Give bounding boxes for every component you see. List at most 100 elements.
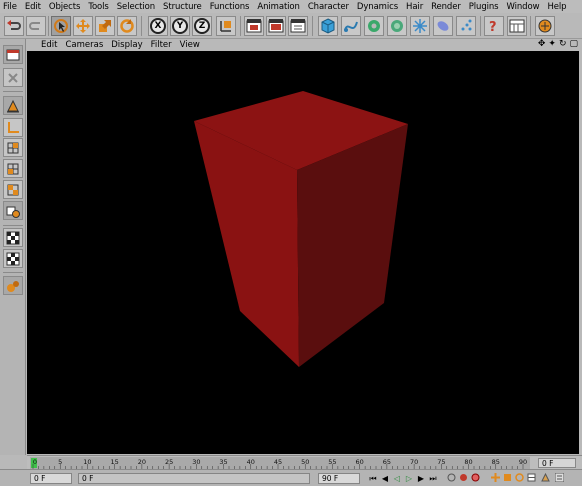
viewport-menu-items: Edit Cameras Display Filter View xyxy=(27,40,208,50)
main-menubar: File Edit Objects Tools Selection Structure Fu… xyxy=(0,0,582,13)
cube-button[interactable] xyxy=(318,16,338,36)
go-to-end-button[interactable]: ⏭ xyxy=(428,473,438,484)
previous-key-button[interactable]: ◀ xyxy=(380,473,390,484)
menu-render[interactable]: Render xyxy=(431,2,461,12)
viewport-maximize-icon[interactable]: ▢ xyxy=(569,39,578,49)
position-key-icon[interactable] xyxy=(490,473,500,484)
autokey-icon[interactable] xyxy=(470,473,480,484)
menu-dynamics[interactable]: Dynamics xyxy=(357,2,398,12)
layout-button[interactable] xyxy=(507,16,527,36)
redo-button[interactable] xyxy=(26,16,46,36)
texture-mode-button[interactable] xyxy=(3,201,23,220)
menu-animation[interactable]: Animation xyxy=(257,2,300,12)
nurbs-button[interactable] xyxy=(364,16,384,36)
current-frame-indicator: 0 F xyxy=(538,458,576,468)
edges-mode-button[interactable] xyxy=(3,138,23,157)
x-axis-button[interactable]: X xyxy=(148,16,168,36)
menu-character[interactable]: Character xyxy=(308,2,349,12)
timeline-tick-label: 10 xyxy=(83,458,91,466)
polygons-mode-button[interactable] xyxy=(3,159,23,178)
end-frame-field[interactable]: 90 F xyxy=(318,473,360,484)
timeline-tick-label: 55 xyxy=(328,458,336,466)
z-axis-button[interactable]: Z xyxy=(192,16,212,36)
menu-objects[interactable]: Objects xyxy=(49,2,81,12)
timeline[interactable]: 0 5 10 15 20 25 30 35 40 45 50 55 60 65 70 75 80 85 90 0 F xyxy=(27,455,582,469)
coordinate-system-button[interactable] xyxy=(216,16,236,36)
frame-range-slider[interactable]: 0 F xyxy=(78,473,310,484)
workplane-icon xyxy=(6,252,20,265)
3d-viewport[interactable] xyxy=(27,51,579,454)
viewport-move-icon[interactable]: ✥ xyxy=(538,39,546,49)
viewport-menu-edit[interactable]: Edit xyxy=(41,40,57,50)
timeline-tick-label: 65 xyxy=(383,458,391,466)
points-mode-button[interactable] xyxy=(3,96,23,115)
timeline-tick-label: 70 xyxy=(410,458,418,466)
rotation-key-icon[interactable] xyxy=(514,473,524,484)
deformer-button[interactable] xyxy=(433,16,453,36)
menu-edit[interactable]: Edit xyxy=(25,2,41,12)
render-settings-button[interactable] xyxy=(288,16,308,36)
workplane-button[interactable] xyxy=(3,249,23,268)
viewport-rotate-icon[interactable]: ↻ xyxy=(559,39,567,49)
viewport-zoom-icon[interactable]: ✦ xyxy=(548,39,556,49)
viewport-menu-display[interactable]: Display xyxy=(111,40,142,50)
y-axis-button[interactable]: Y xyxy=(170,16,190,36)
undo-button[interactable] xyxy=(4,16,24,36)
live-selection-button[interactable] xyxy=(51,16,71,36)
timeline-ruler[interactable]: 0 5 10 15 20 25 30 35 40 45 50 55 60 65 70 75 80 85 90 xyxy=(30,457,530,469)
go-to-start-button[interactable]: ⏮ xyxy=(368,473,378,484)
menu-functions[interactable]: Functions xyxy=(210,2,250,12)
particle-button[interactable] xyxy=(410,16,430,36)
timeline-menu-icon[interactable] xyxy=(554,472,564,484)
rotate-icon xyxy=(120,19,134,33)
render-picture-viewer-button[interactable] xyxy=(266,16,286,36)
use-model-tool-button[interactable] xyxy=(3,45,23,64)
menu-window[interactable]: Window xyxy=(507,2,540,12)
scale-button[interactable] xyxy=(95,16,115,36)
help-button[interactable]: ? xyxy=(484,16,504,36)
timeline-tick-label: 80 xyxy=(464,458,472,466)
red-box-object[interactable] xyxy=(27,51,579,454)
points-mode-icon xyxy=(7,99,19,112)
render-settings-icon xyxy=(290,19,306,33)
play-forward-button[interactable]: ▷ xyxy=(404,473,414,484)
scale-key-icon[interactable] xyxy=(502,473,512,484)
menu-help[interactable]: Help xyxy=(547,2,566,12)
palette-button[interactable] xyxy=(535,16,555,36)
timeline-tick-label: 15 xyxy=(111,458,119,466)
menu-file[interactable]: File xyxy=(3,2,17,12)
uv-polygons-button[interactable] xyxy=(3,180,23,199)
menu-plugins[interactable]: Plugins xyxy=(469,2,499,12)
record-active-icon[interactable] xyxy=(458,473,468,484)
menu-hair[interactable]: Hair xyxy=(406,2,423,12)
parameter-key-icon[interactable] xyxy=(526,473,536,484)
timeline-tick-label: 40 xyxy=(247,458,255,466)
menu-tools[interactable]: Tools xyxy=(88,2,109,12)
timeline-tick-label: 90 xyxy=(519,458,527,466)
move-icon xyxy=(76,19,90,33)
keyframe-selection-icon[interactable] xyxy=(446,473,456,484)
play-backward-button[interactable]: ◁ xyxy=(392,473,402,484)
menu-selection[interactable]: Selection xyxy=(117,2,155,12)
timeline-tick-label: 20 xyxy=(138,458,146,466)
viewport-menu-cameras[interactable]: Cameras xyxy=(65,40,103,50)
scene-button[interactable] xyxy=(456,16,476,36)
move-button[interactable] xyxy=(73,16,93,36)
point-level-key-icon[interactable] xyxy=(540,472,550,484)
render-view-button[interactable] xyxy=(244,16,264,36)
spline-icon xyxy=(344,21,358,32)
texture-mode-icon xyxy=(6,206,20,218)
array-button[interactable] xyxy=(387,16,407,36)
use-object-tool-button[interactable] xyxy=(3,68,23,87)
axis-mode-button[interactable] xyxy=(3,118,23,137)
next-key-button[interactable]: ▶ xyxy=(416,473,426,484)
menu-structure[interactable]: Structure xyxy=(163,2,202,12)
tweak-mode-button[interactable] xyxy=(3,276,23,295)
rotate-button[interactable] xyxy=(117,16,137,36)
spline-button[interactable] xyxy=(341,16,361,36)
start-frame-field[interactable]: 0 F xyxy=(30,473,72,484)
texture-axis-button[interactable] xyxy=(3,228,23,247)
checker-icon xyxy=(6,231,20,244)
viewport-menu-filter[interactable]: Filter xyxy=(151,40,172,50)
viewport-menu-view[interactable]: View xyxy=(180,40,200,50)
